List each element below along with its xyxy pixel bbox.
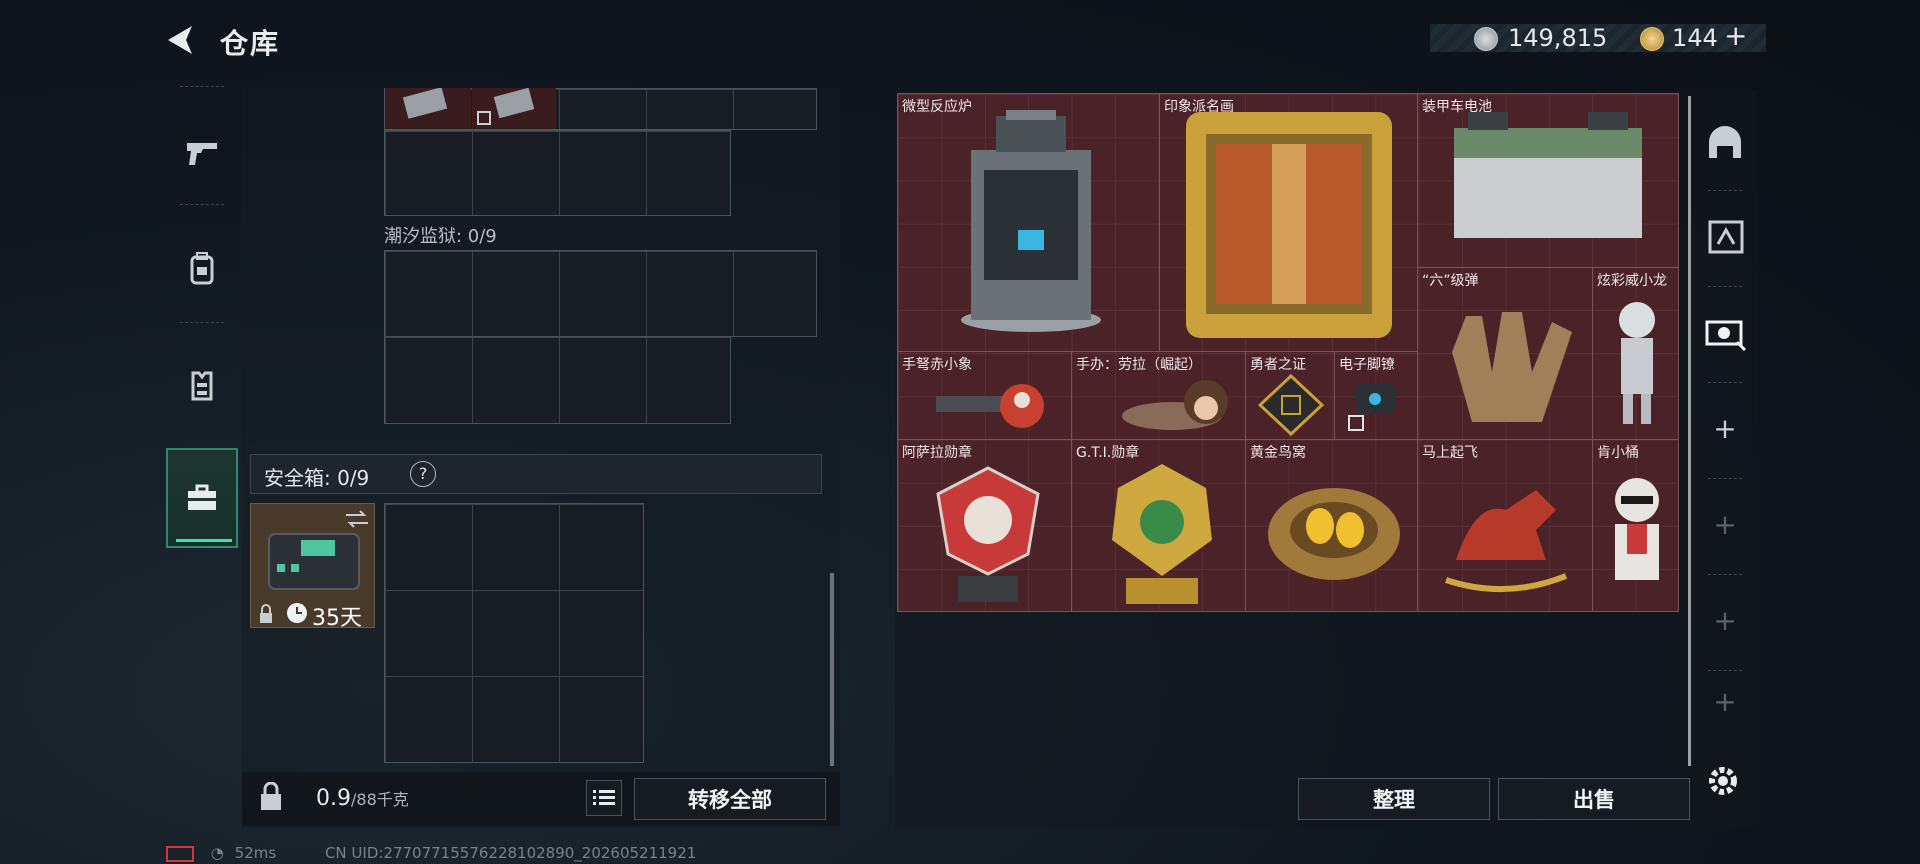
add-stash-tab-button[interactable]: + xyxy=(1694,388,1756,468)
weight-readout: 0.9/88千克 xyxy=(316,786,409,811)
item-name: 电子脚镣 xyxy=(1339,357,1395,373)
stash-tab-nav: + + + + xyxy=(1694,96,1756,736)
tide-prison-grid-top xyxy=(384,250,817,337)
stash-item[interactable]: 肯小桶 xyxy=(1592,439,1679,612)
helmet-icon xyxy=(1709,126,1741,158)
stash-item[interactable]: 手弩赤小象 xyxy=(897,351,1072,440)
item-name: 肯小桶 xyxy=(1597,445,1639,461)
grid-item-slot[interactable] xyxy=(385,87,471,129)
stash-item[interactable]: 印象派名画 xyxy=(1159,93,1418,352)
help-glyph: ? xyxy=(418,464,428,483)
colonel-figure-icon xyxy=(1615,478,1659,580)
add-stash-tab-button[interactable]: + xyxy=(1694,580,1756,660)
add-currency-button[interactable]: + xyxy=(1724,19,1747,52)
stash-scrollbar[interactable] xyxy=(1688,96,1691,766)
tide-prison-label: 潮汐监狱: 0/9 xyxy=(384,226,497,247)
nav-safe-box[interactable] xyxy=(166,448,238,548)
active-indicator xyxy=(176,539,232,542)
settings-gear-icon[interactable] xyxy=(1706,764,1740,798)
item-name: 黄金鸟窝 xyxy=(1250,445,1306,461)
gold-coin-icon xyxy=(1640,27,1664,51)
list-icon xyxy=(593,790,615,805)
pistol-icon xyxy=(187,143,217,165)
lara-figure-icon xyxy=(1122,380,1228,430)
golden-nest-icon xyxy=(1268,488,1400,580)
weight-capacity: /88千克 xyxy=(351,790,409,809)
back-arrow-icon[interactable] xyxy=(162,22,198,58)
add-stash-tab-button[interactable]: + xyxy=(1694,676,1756,726)
reactor-icon xyxy=(961,110,1101,332)
painting-icon xyxy=(1186,112,1392,338)
list-view-button[interactable] xyxy=(586,780,622,816)
stash-item[interactable]: G.T.I.勋章 xyxy=(1071,439,1246,612)
item-name: 手办：劳拉（崛起） xyxy=(1076,357,1202,373)
item-name: 勇者之证 xyxy=(1250,357,1306,373)
stash-iv-alt-icon xyxy=(1705,320,1747,352)
bullet-hand-icon xyxy=(1452,312,1572,422)
clock-icon xyxy=(287,603,307,623)
transfer-all-button[interactable]: 转移全部 xyxy=(634,778,826,820)
stash-item[interactable]: 马上起飞 xyxy=(1417,439,1593,612)
safe-box-days: 35天 xyxy=(312,606,362,631)
nav-vest[interactable] xyxy=(166,346,238,426)
vest-icon xyxy=(191,371,213,401)
gold-balance: 144 xyxy=(1672,24,1718,52)
item-name: 阿萨拉勋章 xyxy=(902,445,972,461)
ammo-box-icon xyxy=(402,87,448,119)
stash-item[interactable]: 电子脚镣 xyxy=(1334,351,1418,440)
item-name: 马上起飞 xyxy=(1422,445,1478,461)
uid-text: CN UID:27707715576228102890_202605211921 xyxy=(324,844,697,862)
nav-weapon[interactable] xyxy=(166,112,238,192)
tide-prison-grid-bottom xyxy=(384,336,731,424)
item-name: G.T.I.勋章 xyxy=(1076,445,1140,461)
gti-medal-icon xyxy=(1112,464,1212,604)
weight-value: 0.9 xyxy=(316,786,351,811)
item-name: “六”级弹 xyxy=(1422,273,1479,289)
sort-button[interactable]: 整理 xyxy=(1298,778,1490,820)
stash-item[interactable]: 炫彩威小龙 xyxy=(1592,267,1679,440)
weight-lock-icon xyxy=(261,782,281,810)
swap-icon[interactable] xyxy=(344,508,370,530)
ammo-box-icon xyxy=(477,87,535,125)
stash-item[interactable]: 微型反应炉 xyxy=(897,93,1160,352)
safe-box-grid xyxy=(384,503,644,763)
item-name: 炫彩威小龙 xyxy=(1597,273,1667,289)
stash-item[interactable]: 装甲车电池 xyxy=(1417,93,1679,268)
wifi-icon: ◔ xyxy=(210,844,224,862)
stash-item[interactable]: “六”级弹 xyxy=(1417,267,1593,440)
asala-medal-icon xyxy=(936,466,1040,602)
stash-item[interactable]: 黄金鸟窝 xyxy=(1245,439,1418,612)
briefcase-icon xyxy=(188,484,216,510)
page-title: 仓库 xyxy=(220,27,281,60)
stash-iv-icon xyxy=(1708,220,1744,254)
battery-icon xyxy=(1454,112,1642,238)
ankle-monitor-icon xyxy=(1348,384,1395,431)
sell-button[interactable]: 出售 xyxy=(1498,778,1690,820)
silver-balance: 149,815 xyxy=(1508,24,1608,52)
left-category-nav xyxy=(166,86,238,574)
diamond-badge-icon xyxy=(1258,374,1324,436)
stash-tab-helmet[interactable] xyxy=(1694,104,1756,184)
left-scrollbar[interactable] xyxy=(830,573,834,766)
figure-icon xyxy=(1619,302,1655,424)
stash-item[interactable]: 勇者之证 xyxy=(1245,351,1335,440)
rocking-horse-icon xyxy=(1445,490,1568,593)
stash-tab-iv[interactable] xyxy=(1694,196,1756,276)
add-stash-tab-button[interactable]: + xyxy=(1694,484,1756,564)
stash-item[interactable]: 阿萨拉勋章 xyxy=(897,439,1072,612)
ping-value: 52ms xyxy=(234,844,277,862)
lock-icon xyxy=(260,604,272,623)
grid-item-slot[interactable] xyxy=(472,87,556,129)
vest-grid-lower xyxy=(384,130,731,216)
crossbow-figure-icon xyxy=(936,384,1044,428)
status-footer: ◔ 52ms CN UID:27707715576228102890_20260… xyxy=(166,844,696,862)
stash-tab-iv-active[interactable] xyxy=(1694,292,1756,372)
backpack-icon xyxy=(190,252,214,285)
safe-box-label: 安全箱: 0/9 xyxy=(264,466,370,490)
battery-icon xyxy=(166,845,194,862)
silver-coin-icon xyxy=(1474,27,1498,51)
stash-item[interactable]: 手办：劳拉（崛起） xyxy=(1071,351,1246,440)
nav-backpack[interactable] xyxy=(166,228,238,308)
